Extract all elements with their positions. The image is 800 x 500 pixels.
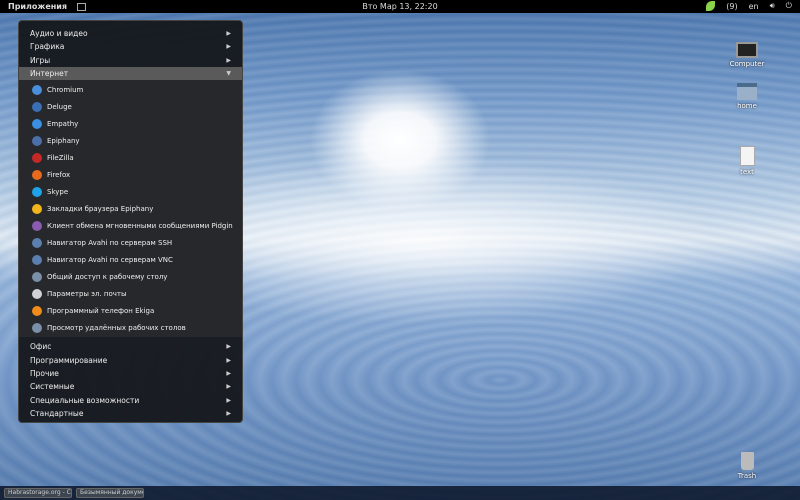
chevron-right-icon: ▶ <box>226 56 231 64</box>
text-file-icon <box>739 146 755 166</box>
volume-icon[interactable]: 🔊︎ <box>770 1 775 11</box>
power-icon[interactable]: ⏻ <box>786 1 792 11</box>
app-label: Общий доступ к рабочему столу <box>47 272 168 281</box>
app-icon <box>32 118 42 129</box>
chevron-right-icon: ▶ <box>226 369 231 377</box>
chevron-right-icon: ▶ <box>226 396 231 404</box>
home-folder-icon <box>737 83 757 100</box>
update-icon[interactable] <box>706 1 716 11</box>
app-icon <box>32 186 42 197</box>
category-label: Прочие <box>30 368 59 378</box>
app-icon <box>32 254 42 265</box>
desktop-label: home <box>737 102 757 110</box>
menu-app-item[interactable]: FileZilla <box>19 149 242 166</box>
app-label: Просмотр удалённых рабочих столов <box>47 323 186 332</box>
task-button-editor[interactable]: Безымянный докуме... <box>76 488 144 498</box>
app-icon <box>32 203 42 214</box>
menu-category[interactable]: Программирование ▶ <box>19 353 242 366</box>
app-icon <box>32 305 42 316</box>
app-icon <box>32 101 42 112</box>
app-label: Навигатор Avahi по серверам VNC <box>47 255 173 264</box>
top-panel: Приложения Вто Мар 13, 22:20 (9) en 🔊︎ ⏻ <box>0 0 800 13</box>
app-icon <box>32 322 42 333</box>
menu-app-item[interactable]: Просмотр удалённых рабочих столов <box>19 319 242 336</box>
app-label: Skype <box>47 187 69 196</box>
app-icon <box>32 271 42 282</box>
menu-category[interactable]: Специальные возможности ▶ <box>19 393 242 406</box>
menu-category[interactable]: Интернет ▼ <box>19 66 242 81</box>
menu-app-item[interactable]: Skype <box>19 183 242 200</box>
menu-category[interactable]: Игры ▶ <box>19 54 242 67</box>
applications-menu: Аудио и видео ▶ Графика ▶ Игры ▶ Интернет ▼ Chr… <box>18 20 243 423</box>
app-label: Клиент обмена мгновенными сообщениями Pi… <box>47 221 233 230</box>
menu-category[interactable]: Прочие ▶ <box>19 367 242 380</box>
chevron-right-icon: ▶ <box>226 343 231 351</box>
desktop-icon-home[interactable]: home <box>722 83 772 110</box>
app-label: Параметры эл. почты <box>47 289 127 298</box>
chevron-right-icon: ▶ <box>226 383 231 391</box>
category-label: Программирование <box>30 355 108 365</box>
menu-app-item[interactable]: Deluge <box>19 98 242 115</box>
menu-app-item[interactable]: Навигатор Avahi по серверам VNC <box>19 251 242 268</box>
chevron-right-icon: ▶ <box>226 30 231 38</box>
app-icon <box>32 220 42 231</box>
menu-app-item[interactable]: Epiphany <box>19 132 242 149</box>
menu-category[interactable]: Стандартные ▶ <box>19 407 242 420</box>
app-label: Chromium <box>47 85 84 94</box>
menu-category[interactable]: Системные ▶ <box>19 380 242 393</box>
menu-app-item[interactable]: Навигатор Avahi по серверам SSH <box>19 234 242 251</box>
menu-app-item[interactable]: Общий доступ к рабочему столу <box>19 268 242 285</box>
desktop-icon-text[interactable]: text <box>722 146 772 176</box>
desktop-label: Computer <box>729 60 765 68</box>
category-label: Специальные возможности <box>30 395 140 405</box>
chevron-right-icon: ▶ <box>226 356 231 364</box>
menu-app-item[interactable]: Chromium <box>19 81 242 98</box>
app-label: Навигатор Avahi по серверам SSH <box>47 238 173 247</box>
app-label: Deluge <box>47 102 72 111</box>
desktop-label: text <box>740 168 754 176</box>
chevron-right-icon: ▶ <box>226 43 231 51</box>
app-icon <box>32 84 42 95</box>
category-label: Офис <box>30 342 52 352</box>
category-label: Игры <box>30 55 51 65</box>
app-icon <box>32 152 42 163</box>
app-label: FileZilla <box>47 153 74 162</box>
app-label: Empathy <box>47 119 79 128</box>
app-icon <box>32 135 42 146</box>
menu-app-item[interactable]: Параметры эл. почты <box>19 285 242 302</box>
category-label: Стандартные <box>30 408 84 418</box>
app-label: Epiphany <box>47 136 80 145</box>
menu-app-item[interactable]: Empathy <box>19 115 242 132</box>
chevron-right-icon: ▶ <box>226 409 231 417</box>
category-label: Системные <box>30 382 75 392</box>
menu-category[interactable]: Аудио и видео ▶ <box>19 27 242 40</box>
menu-app-item[interactable]: Закладки браузера Epiphany <box>19 200 242 217</box>
keyboard-layout[interactable]: en <box>749 2 759 11</box>
menu-app-item[interactable]: Клиент обмена мгновенными сообщениями Pi… <box>19 217 242 234</box>
app-icon <box>32 237 42 248</box>
desktop-icon-computer[interactable]: Computer <box>722 42 772 68</box>
app-icon <box>32 288 42 299</box>
menu-app-item[interactable]: Firefox <box>19 166 242 183</box>
app-label: Firefox <box>47 170 71 179</box>
app-label: Закладки браузера Epiphany <box>47 204 154 213</box>
menu-category[interactable]: Офис ▶ <box>19 340 242 353</box>
notification-count[interactable]: (9) <box>726 2 737 11</box>
task-button-browser[interactable]: Habrastorage.org - C... <box>4 488 72 498</box>
app-label: Программный телефон Ekiga <box>47 306 155 315</box>
chevron-down-icon: ▼ <box>226 70 231 78</box>
category-label: Интернет <box>30 69 69 79</box>
category-label: Аудио и видео <box>30 29 88 39</box>
menu-app-item[interactable]: Программный телефон Ekiga <box>19 302 242 319</box>
taskbar: Habrastorage.org - C... Безымянный докум… <box>0 486 800 500</box>
menu-category[interactable]: Графика ▶ <box>19 40 242 53</box>
desktop-label: Trash <box>737 472 757 480</box>
clock[interactable]: Вто Мар 13, 22:20 <box>0 2 800 11</box>
computer-icon <box>736 42 758 58</box>
category-label: Графика <box>30 42 65 52</box>
desktop-icon-trash[interactable]: Trash <box>722 452 772 480</box>
trash-icon <box>740 452 754 470</box>
app-icon <box>32 169 42 180</box>
